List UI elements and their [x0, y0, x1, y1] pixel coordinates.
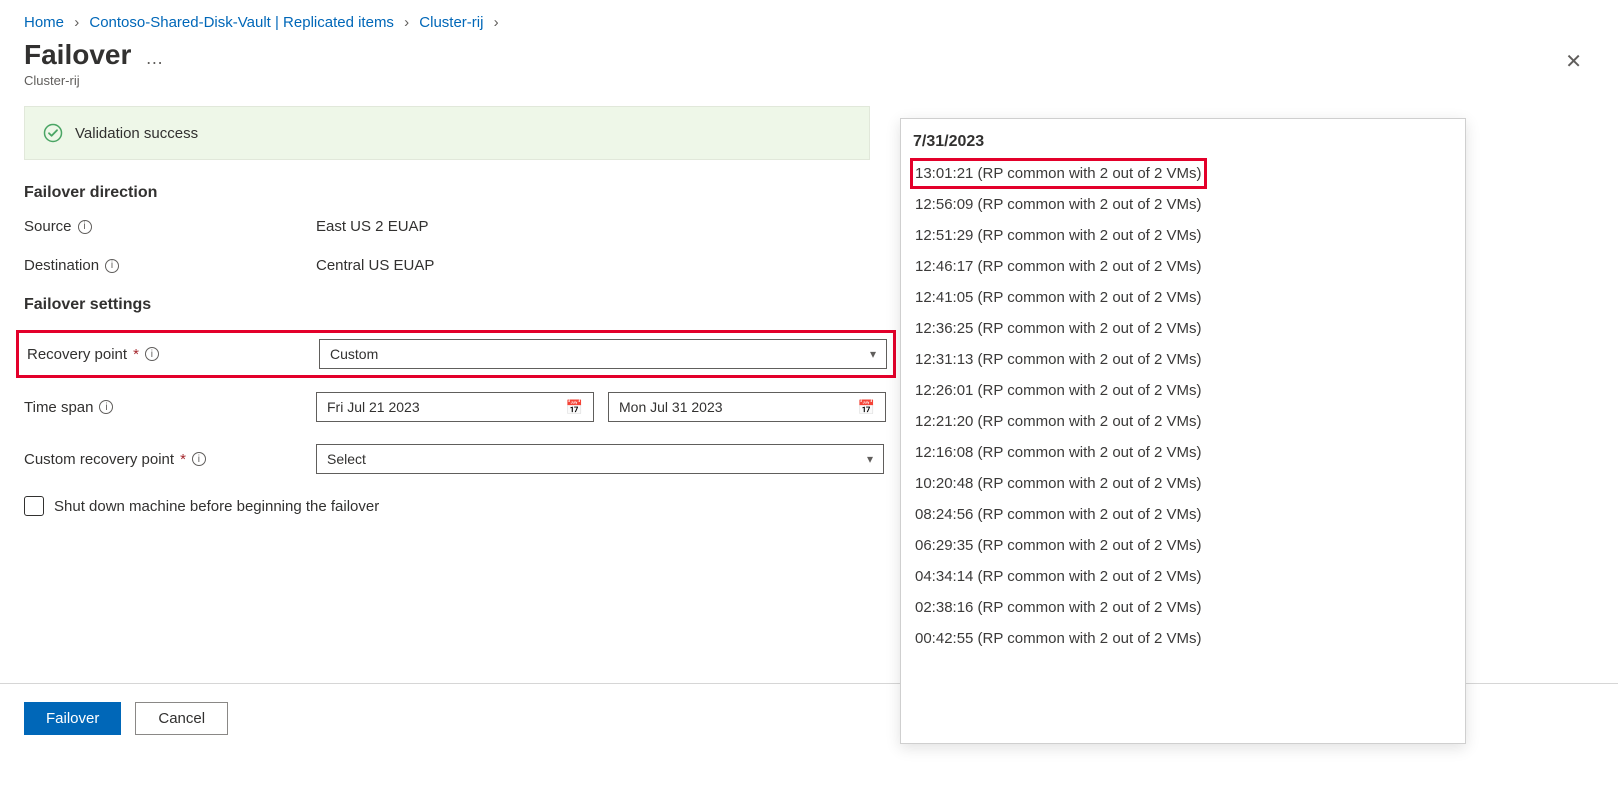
dropdown-item[interactable]: 12:21:20 (RP common with 2 out of 2 VMs): [913, 406, 1453, 437]
breadcrumb-cluster[interactable]: Cluster-rij: [419, 14, 483, 31]
recovery-point-highlight: Recovery point * i Custom ▾: [16, 330, 896, 378]
chevron-down-icon: ▾: [867, 452, 873, 466]
close-icon: ✕: [1565, 51, 1582, 73]
chevron-right-icon: ›: [494, 14, 499, 31]
destination-label: Destination i: [24, 257, 316, 274]
dropdown-item[interactable]: 12:36:25 (RP common with 2 out of 2 VMs): [913, 313, 1453, 344]
source-label: Source i: [24, 218, 316, 235]
required-indicator: *: [180, 451, 186, 468]
shutdown-checkbox-label: Shut down machine before beginning the f…: [54, 498, 379, 515]
more-button[interactable]: …: [145, 48, 163, 69]
chevron-down-icon: ▾: [870, 347, 876, 361]
info-icon[interactable]: i: [78, 220, 92, 234]
dropdown-item[interactable]: 12:41:05 (RP common with 2 out of 2 VMs): [913, 282, 1453, 313]
dropdown-item[interactable]: 12:51:29 (RP common with 2 out of 2 VMs): [913, 220, 1453, 251]
time-span-to-input[interactable]: Mon Jul 31 2023 📅: [608, 392, 886, 422]
page-title: Failover: [24, 39, 131, 71]
dropdown-item[interactable]: 00:42:55 (RP common with 2 out of 2 VMs): [913, 623, 1453, 654]
chevron-right-icon: ›: [404, 14, 409, 31]
recovery-point-dropdown: 7/31/2023 13:01:21 (RP common with 2 out…: [900, 118, 1466, 744]
dropdown-item[interactable]: 12:31:13 (RP common with 2 out of 2 VMs): [913, 344, 1453, 375]
info-icon[interactable]: i: [145, 347, 159, 361]
custom-recovery-point-label: Custom recovery point * i: [24, 451, 316, 468]
calendar-icon: 📅: [566, 399, 583, 416]
chevron-right-icon: ›: [74, 14, 79, 31]
calendar-icon: 📅: [858, 399, 875, 416]
dropdown-item[interactable]: 12:16:08 (RP common with 2 out of 2 VMs): [913, 437, 1453, 468]
info-icon[interactable]: i: [99, 400, 113, 414]
time-span-label: Time span i: [24, 399, 316, 416]
required-indicator: *: [133, 346, 139, 363]
breadcrumb-home[interactable]: Home: [24, 14, 64, 31]
dropdown-item[interactable]: 12:26:01 (RP common with 2 out of 2 VMs): [913, 375, 1453, 406]
custom-recovery-point-select[interactable]: Select ▾: [316, 444, 884, 474]
validation-banner: Validation success: [24, 106, 870, 160]
recovery-point-select[interactable]: Custom ▾: [319, 339, 887, 369]
time-span-from-input[interactable]: Fri Jul 21 2023 📅: [316, 392, 594, 422]
dropdown-item[interactable]: 04:34:14 (RP common with 2 out of 2 VMs): [913, 561, 1453, 592]
dropdown-item[interactable]: 02:38:16 (RP common with 2 out of 2 VMs): [913, 592, 1453, 623]
validation-text: Validation success: [75, 125, 198, 142]
breadcrumb: Home › Contoso-Shared-Disk-Vault | Repli…: [0, 0, 1618, 39]
recovery-point-label: Recovery point * i: [23, 346, 319, 363]
shutdown-checkbox[interactable]: [24, 496, 44, 516]
dropdown-item[interactable]: 12:56:09 (RP common with 2 out of 2 VMs): [913, 189, 1453, 220]
failover-button[interactable]: Failover: [24, 702, 121, 735]
info-icon[interactable]: i: [192, 452, 206, 466]
dropdown-date-header: 7/31/2023: [913, 127, 1453, 161]
info-icon[interactable]: i: [105, 259, 119, 273]
dropdown-item[interactable]: 06:29:35 (RP common with 2 out of 2 VMs): [913, 530, 1453, 561]
source-value: East US 2 EUAP: [316, 218, 429, 235]
close-button[interactable]: ✕: [1559, 48, 1588, 75]
breadcrumb-vault[interactable]: Contoso-Shared-Disk-Vault | Replicated i…: [89, 14, 394, 31]
dropdown-item[interactable]: 08:24:56 (RP common with 2 out of 2 VMs): [913, 499, 1453, 530]
dropdown-scroll[interactable]: 7/31/2023 13:01:21 (RP common with 2 out…: [901, 119, 1465, 743]
cancel-button[interactable]: Cancel: [135, 702, 228, 735]
dropdown-item[interactable]: 10:20:48 (RP common with 2 out of 2 VMs): [913, 468, 1453, 499]
page-subtitle: Cluster-rij: [0, 71, 1618, 106]
dropdown-item[interactable]: 13:01:21 (RP common with 2 out of 2 VMs): [910, 158, 1207, 189]
destination-value: Central US EUAP: [316, 257, 434, 274]
success-icon: [43, 123, 63, 143]
dropdown-item[interactable]: 12:46:17 (RP common with 2 out of 2 VMs): [913, 251, 1453, 282]
